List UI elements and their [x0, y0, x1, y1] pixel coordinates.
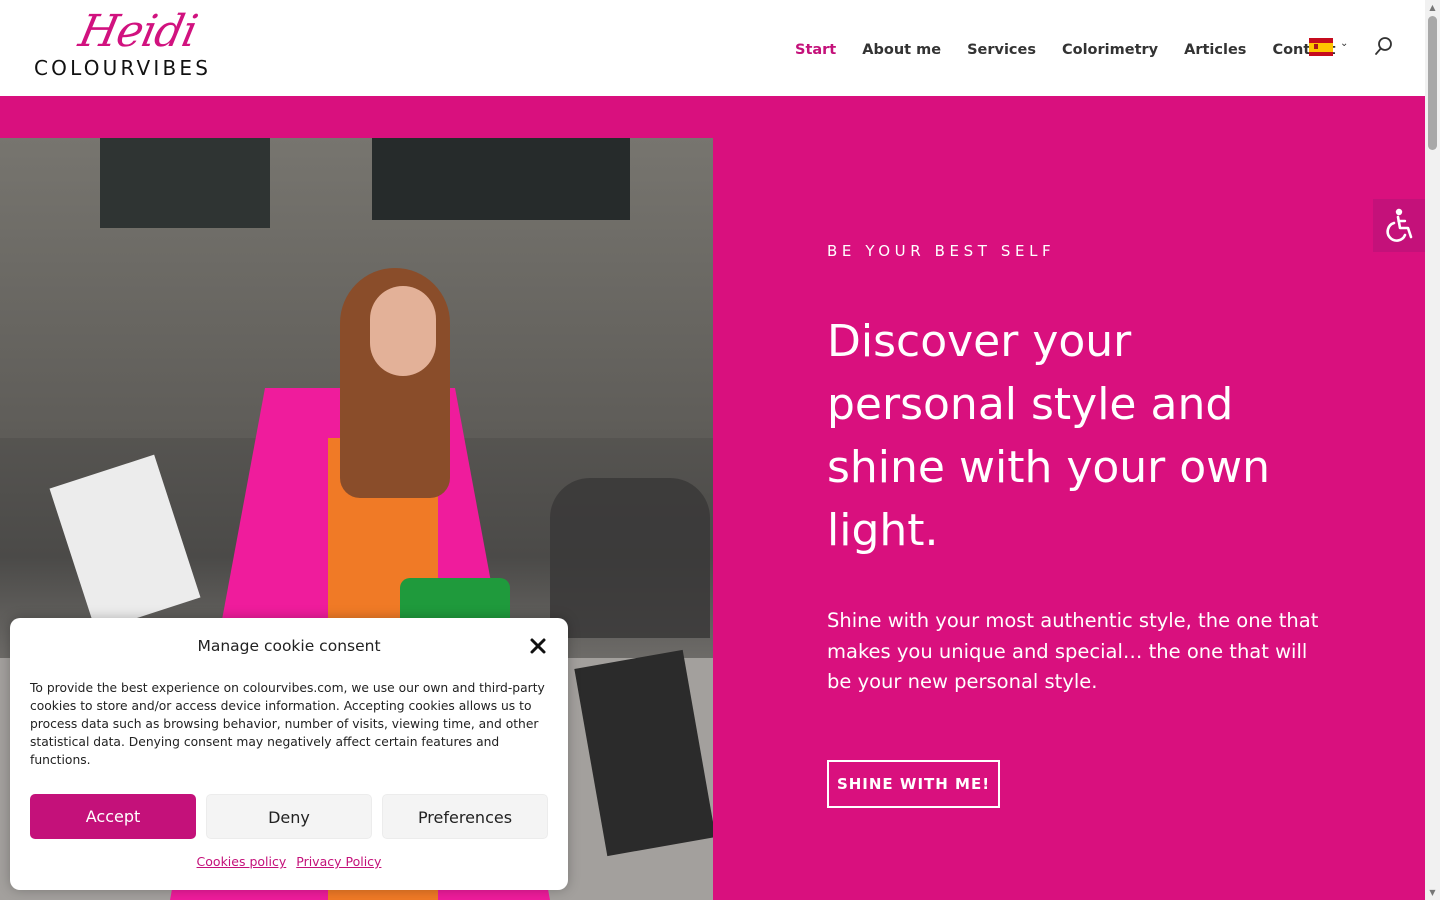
- search-icon[interactable]: [1374, 36, 1394, 56]
- page-scrollbar[interactable]: ▲ ▼: [1425, 0, 1440, 900]
- logo-script: Heidi: [74, 6, 202, 57]
- photo-face: [370, 286, 436, 376]
- cookie-description: To provide the best experience on colour…: [30, 681, 545, 767]
- hero-subtext: Shine with your most authentic style, th…: [827, 609, 1319, 693]
- scroll-up-arrow-icon[interactable]: ▲: [1425, 0, 1440, 15]
- flag-stripe-middle: [1309, 42, 1333, 52]
- nav-item-about-me[interactable]: About me: [862, 42, 941, 58]
- close-icon[interactable]: [528, 636, 548, 656]
- spain-flag-icon[interactable]: [1309, 38, 1333, 56]
- accept-button[interactable]: Accept: [30, 794, 196, 839]
- chevron-down-icon[interactable]: ⌄: [1340, 38, 1348, 49]
- page: Heidi COLOURVIBES Start About me Service…: [0, 0, 1440, 900]
- photo-window: [100, 138, 270, 228]
- cookie-title: Manage cookie consent: [197, 637, 381, 655]
- scroll-down-arrow-icon[interactable]: ▼: [1425, 885, 1440, 900]
- wheelchair-accessibility-icon: [1386, 208, 1413, 242]
- cookies-policy-link[interactable]: Cookies policy: [197, 854, 287, 869]
- privacy-policy-link[interactable]: Privacy Policy: [296, 854, 381, 869]
- main-nav: Start About me Services Colorimetry Arti…: [795, 42, 1336, 58]
- hero-eyebrow: BE YOUR BEST SELF: [827, 242, 1056, 260]
- photo-shop-sign: [372, 138, 630, 220]
- cookie-consent-dialog: Manage cookie consent To provide the bes…: [10, 618, 568, 890]
- photo-shopping-bag-white: [49, 454, 201, 632]
- nav-item-start[interactable]: Start: [795, 42, 836, 58]
- site-header: Heidi COLOURVIBES Start About me Service…: [0, 0, 1425, 96]
- nav-item-articles[interactable]: Articles: [1184, 42, 1246, 58]
- hero-headline: Discover your personal style and shine w…: [827, 316, 1271, 556]
- accessibility-button[interactable]: [1373, 199, 1425, 252]
- cookie-links: Cookies policy Privacy Policy: [10, 854, 568, 869]
- shine-with-me-button[interactable]: SHINE WITH ME!: [827, 760, 1000, 808]
- deny-button[interactable]: Deny: [206, 794, 372, 839]
- scroll-thumb[interactable]: [1428, 16, 1437, 150]
- logo-wordmark: COLOURVIBES: [34, 56, 212, 80]
- site-logo[interactable]: Heidi COLOURVIBES: [34, 6, 234, 84]
- photo-crowd: [550, 478, 710, 638]
- flag-stripe-bottom: [1309, 51, 1333, 56]
- nav-item-services[interactable]: Services: [967, 42, 1036, 58]
- flag-emblem: [1314, 44, 1318, 49]
- nav-item-colorimetry[interactable]: Colorimetry: [1062, 42, 1158, 58]
- preferences-button[interactable]: Preferences: [382, 794, 548, 839]
